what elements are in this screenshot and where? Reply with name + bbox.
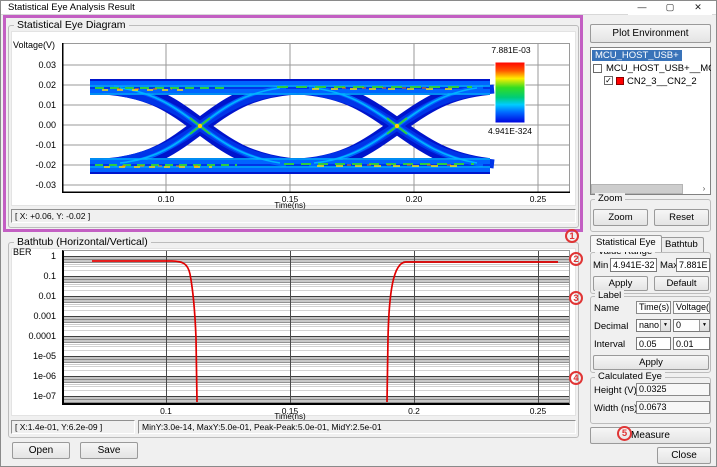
bathtub-ytick: 1e-07 bbox=[18, 391, 56, 401]
eye-y-axis-label: Voltage(V) bbox=[13, 40, 55, 50]
close-icon[interactable]: ✕ bbox=[684, 0, 712, 15]
min-label: Min bbox=[593, 260, 608, 271]
tree-item-net[interactable]: MCU_HOST_USB+__MCU_HO bbox=[606, 63, 711, 74]
eye-ytick: 0.00 bbox=[26, 120, 56, 130]
open-button[interactable]: Open bbox=[12, 442, 70, 459]
reset-button[interactable]: Reset bbox=[654, 209, 709, 226]
eye-width-value: 0.0673 bbox=[636, 401, 710, 414]
eye-height-value: 0.0325 bbox=[636, 383, 710, 396]
max-input[interactable] bbox=[676, 258, 710, 272]
decimal-time-value: nano bbox=[637, 320, 660, 331]
label-apply-button[interactable]: Apply bbox=[593, 355, 709, 370]
tree-item-model[interactable]: CN2_3__CN2_2 bbox=[627, 76, 711, 87]
eye-xtick: 0.10 bbox=[151, 194, 181, 204]
eye-width-label: Width (ns) bbox=[594, 403, 637, 414]
eye-xtick: 0.25 bbox=[523, 194, 553, 204]
bathtub-ytick: 1e-05 bbox=[18, 351, 56, 361]
bathtub-group-title: Bathtub (Horizontal/Vertical) bbox=[14, 236, 151, 248]
bathtub-ytick: 0.1 bbox=[18, 271, 56, 281]
eye-status-bar: [ X: +0.06, Y: -0.02 ] bbox=[11, 209, 576, 223]
colorbar bbox=[495, 62, 525, 123]
plot-environment-button[interactable]: Plot Environment bbox=[590, 24, 711, 43]
eye-ytick: 0.03 bbox=[26, 60, 56, 70]
bathtub-ytick: 0.01 bbox=[18, 291, 56, 301]
chevron-down-icon[interactable]: ▼ bbox=[660, 320, 670, 331]
eye-xtick: 0.20 bbox=[399, 194, 429, 204]
eye-diagram-group-title: Statistical Eye Diagram bbox=[14, 19, 129, 31]
label-group-title: Label bbox=[595, 290, 624, 301]
annotation-circle-1: 1 bbox=[565, 229, 579, 243]
minimize-icon[interactable]: — bbox=[628, 0, 656, 15]
decimal-time-select[interactable]: nano▼ bbox=[636, 319, 671, 332]
eye-ytick: 0.01 bbox=[26, 100, 56, 110]
eye-ytick: 0.02 bbox=[26, 80, 56, 90]
checkbox-checked-icon[interactable]: ✓ bbox=[604, 76, 613, 85]
colorbar-max-label: 7.881E-03 bbox=[482, 45, 540, 55]
maximize-icon[interactable]: ▢ bbox=[656, 0, 684, 15]
zoom-button[interactable]: Zoom bbox=[593, 209, 648, 226]
tree-item-root[interactable]: MCU_HOST_USB+ bbox=[592, 50, 709, 61]
eye-ytick: -0.01 bbox=[26, 140, 56, 150]
window-title: Statistical Eye Analysis Result bbox=[8, 2, 135, 13]
close-button[interactable]: Close bbox=[657, 447, 711, 464]
bathtub-xtick: 0.2 bbox=[399, 406, 429, 416]
colorbar-min-label: 4.941E-324 bbox=[478, 126, 542, 136]
decimal-label: Decimal bbox=[594, 321, 628, 332]
tree-item-root-label[interactable]: MCU_HOST_USB+ bbox=[592, 50, 682, 61]
name-voltage-field: Voltage(V) bbox=[673, 301, 710, 314]
value-range-default-button[interactable]: Default bbox=[654, 276, 709, 291]
interval-label: Interval bbox=[594, 339, 625, 350]
bathtub-status-cursor: [ X:1.4e-01, Y:6.2e-09 ] bbox=[11, 420, 135, 434]
eye-ytick: -0.02 bbox=[26, 160, 56, 170]
bathtub-status-summary: MinY:3.0e-14, MaxY:5.0e-01, Peak-Peak:5.… bbox=[138, 420, 576, 434]
eye-diagram-plot bbox=[62, 43, 570, 193]
zoom-group-title: Zoom bbox=[595, 193, 625, 204]
decimal-voltage-select[interactable]: 0▼ bbox=[673, 319, 710, 332]
tab-bathtub[interactable]: Bathtub bbox=[659, 237, 704, 252]
decimal-voltage-value: 0 bbox=[674, 320, 699, 331]
chevron-down-icon[interactable]: ▼ bbox=[699, 320, 709, 331]
measure-button[interactable]: Measure bbox=[590, 427, 711, 444]
legend-color-swatch bbox=[616, 77, 624, 85]
bathtub-ytick: 0.001 bbox=[18, 311, 56, 321]
tab-statistical-eye[interactable]: Statistical Eye bbox=[590, 235, 662, 252]
bathtub-ytick: 1 bbox=[18, 251, 56, 261]
bathtub-ytick: 1e-06 bbox=[18, 371, 56, 381]
bathtub-xtick: 0.1 bbox=[151, 406, 181, 416]
name-label: Name bbox=[594, 303, 619, 314]
calculated-eye-group-title: Calculated Eye bbox=[595, 371, 665, 382]
tree-expander-icon[interactable] bbox=[593, 64, 602, 73]
bathtub-xtick: 0.25 bbox=[523, 406, 553, 416]
interval-time-input[interactable] bbox=[636, 337, 671, 350]
bathtub-curve bbox=[62, 250, 570, 404]
eye-ytick: -0.03 bbox=[26, 180, 56, 190]
scroll-right-icon[interactable]: › bbox=[698, 184, 710, 194]
eye-height-label: Height (V) bbox=[594, 385, 637, 396]
save-button[interactable]: Save bbox=[80, 442, 138, 459]
name-time-field: Time(s) bbox=[636, 301, 671, 314]
min-input[interactable] bbox=[610, 258, 657, 272]
interval-voltage-input[interactable] bbox=[673, 337, 710, 350]
value-range-apply-button[interactable]: Apply bbox=[593, 276, 648, 291]
bathtub-ytick: 0.0001 bbox=[18, 331, 56, 341]
